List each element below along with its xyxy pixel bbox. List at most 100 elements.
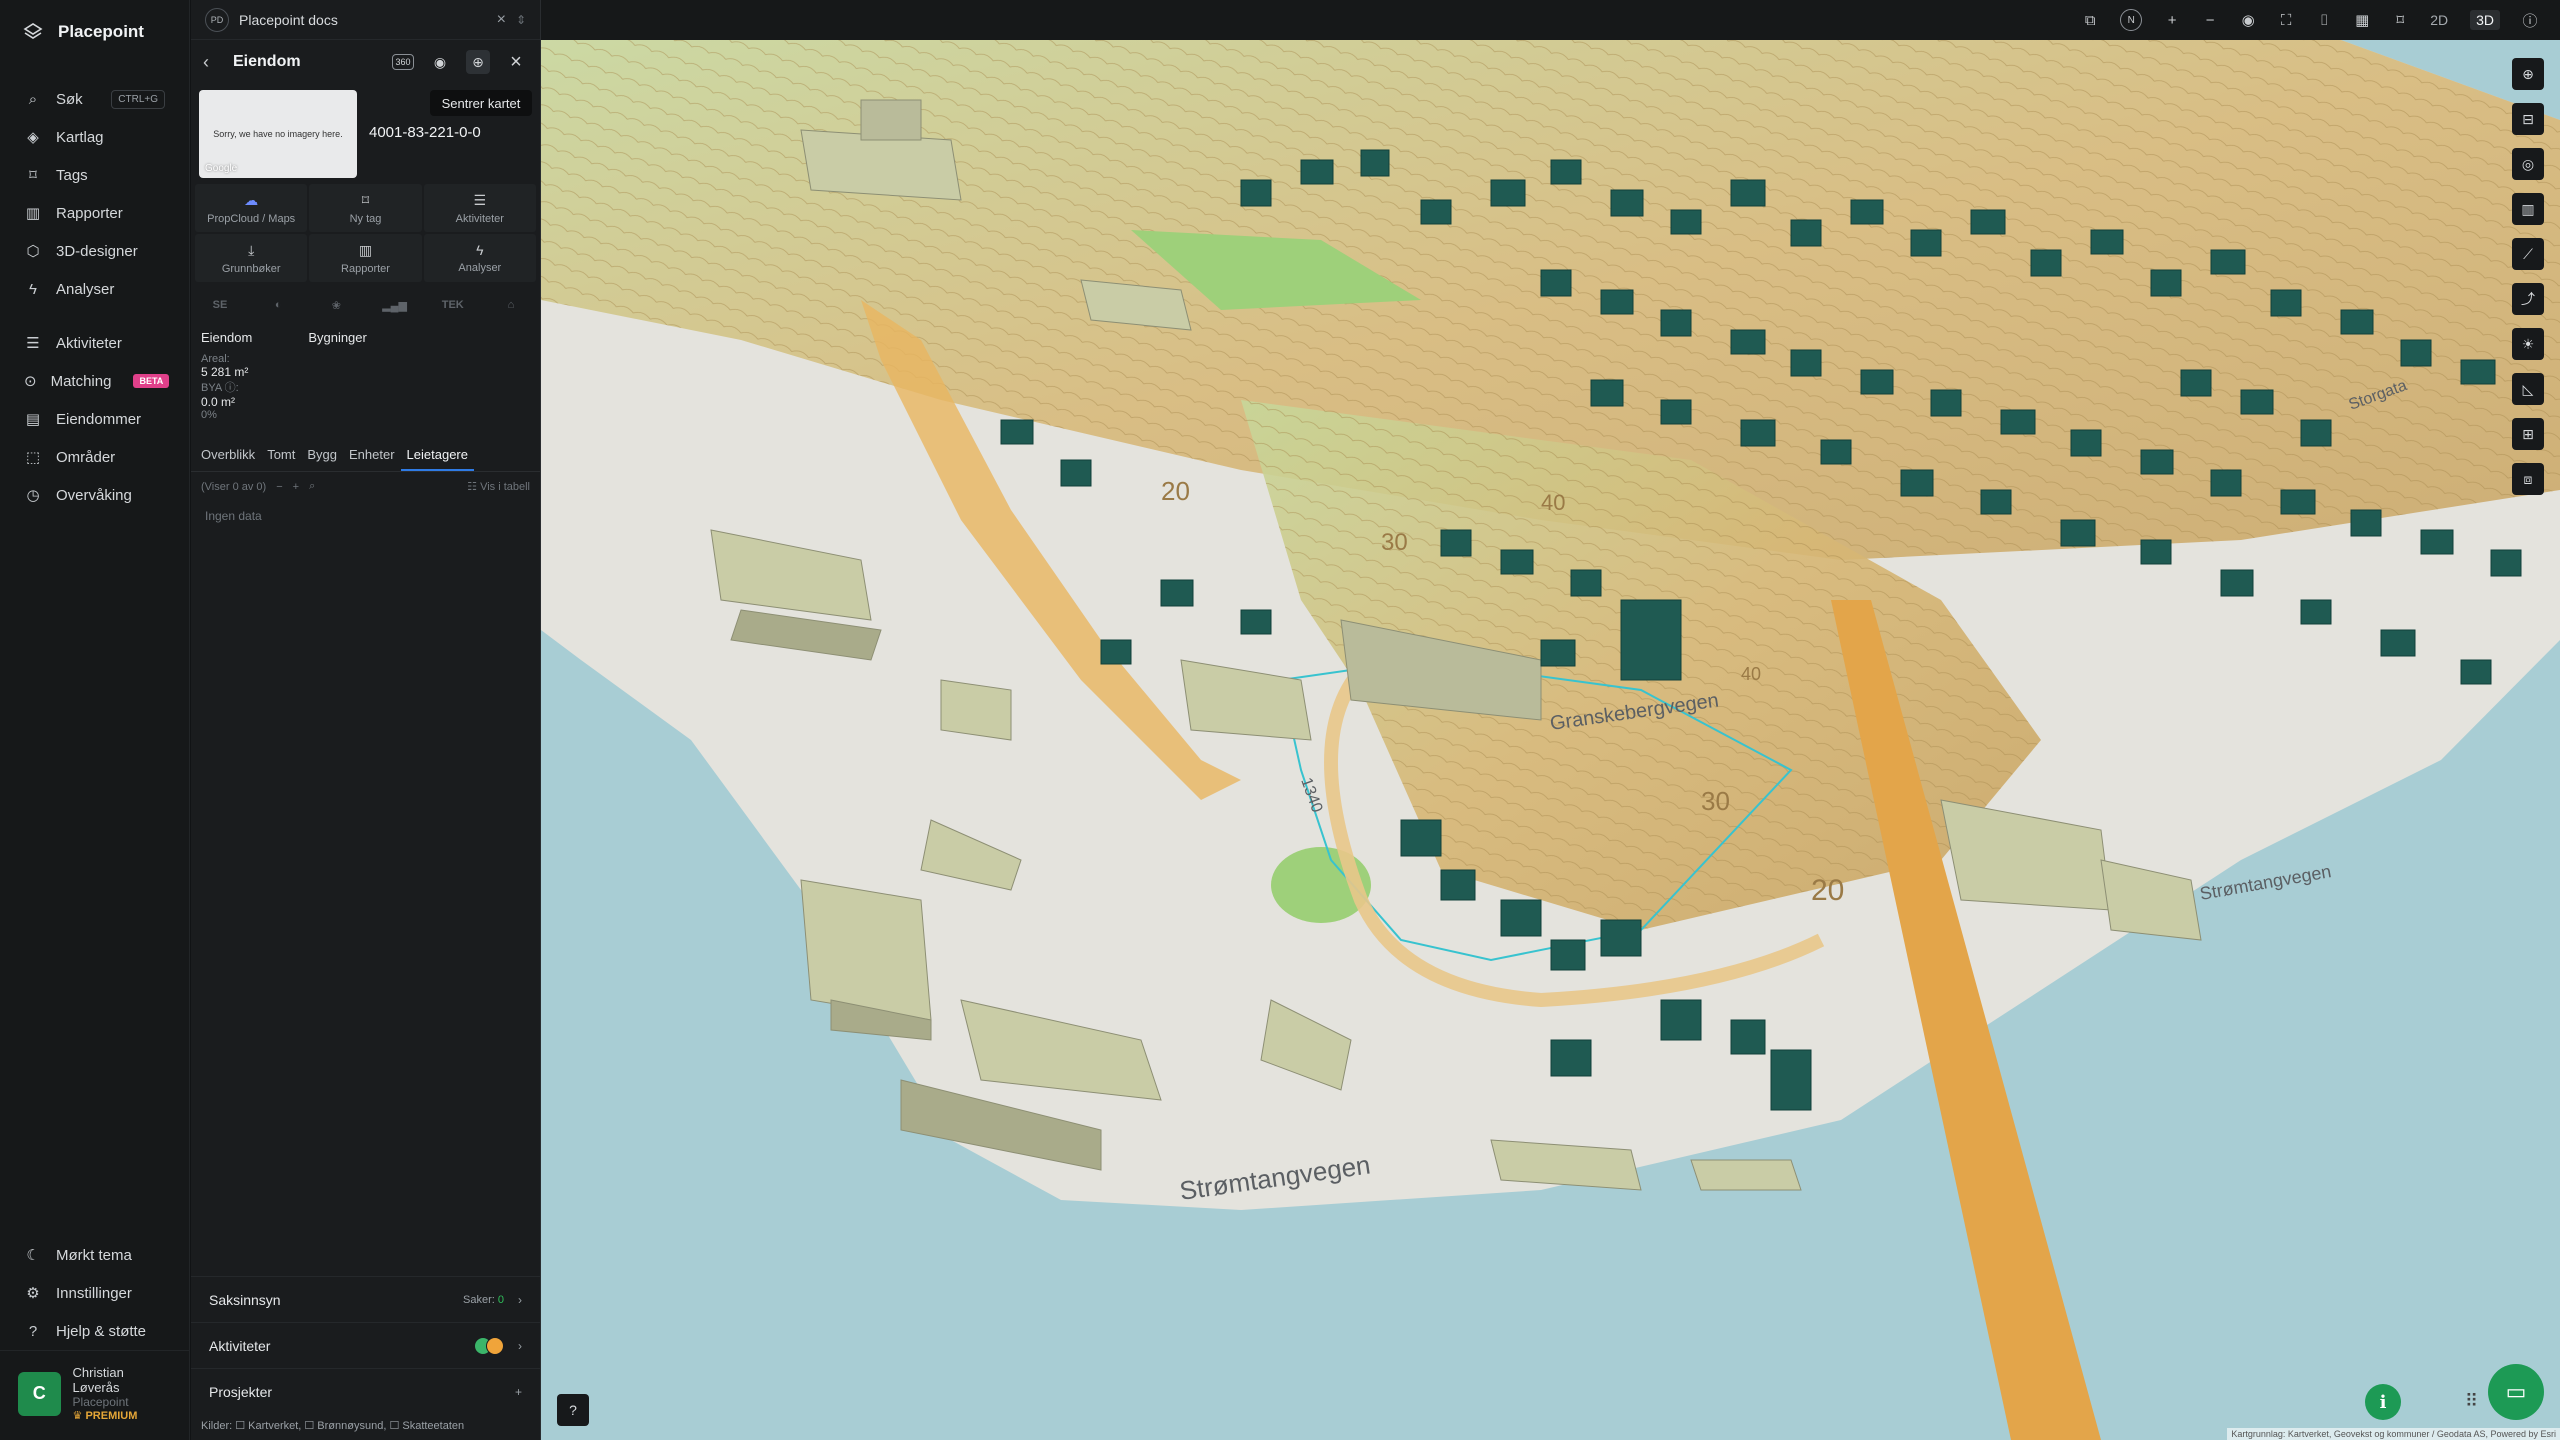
fullscreen-icon[interactable]: ⛶ [2278,12,2294,29]
brand[interactable]: Placepoint [0,0,189,64]
result-count: (Viser 0 av 0) [201,480,267,493]
view-360-icon[interactable]: 360 [392,54,414,70]
new-tag-button[interactable]: ⌑ Ny tag [309,184,422,232]
section-prosjekter[interactable]: Prosjekter + [191,1368,540,1414]
plus-icon[interactable]: + [293,481,299,493]
nav-item-analyser[interactable]: ϟ Analyser [0,270,189,308]
circle-icon[interactable]: ◐ [267,296,289,314]
signal-bars-icon[interactable]: ▂▄▆ [382,296,407,314]
grunnboker-button[interactable]: ⤓ Grunnbøker [195,234,308,282]
moon-icon: ☾ [26,1247,40,1264]
show-table-button[interactable]: ☷ Vis i tabell [467,480,530,493]
search-icon: ⌕ [28,90,38,108]
contour-label: 30 [1701,786,1730,816]
eye-icon[interactable]: ◉ [2240,11,2256,29]
zoom-out-icon[interactable]: − [2202,12,2218,29]
center-map-icon[interactable]: ⊕ [466,50,490,74]
compass-icon[interactable]: N [2120,9,2143,31]
close-icon[interactable]: × [504,50,528,74]
activity-avatars [474,1336,504,1355]
zoom-in-icon[interactable]: + [2164,12,2180,29]
area-icon: ⬚ [25,449,41,466]
monitor-icon: ◷ [26,487,40,504]
mode-3d-button[interactable]: 3D [2470,10,2500,30]
chat-icon: ☰ [473,191,487,208]
shadow-icon[interactable]: ◎ [2512,148,2544,180]
nav-item-dark-theme[interactable]: ☾ Mørkt tema [0,1236,189,1274]
camera-icon[interactable]: ⌷ [2316,12,2332,29]
tooltip: Sentrer kartet [430,90,532,116]
back-arrow-icon[interactable]: ‹ [203,52,223,73]
map-3d-scene[interactable]: Strømtangvegen Granskebergvegen Storgata… [541,40,2560,1440]
nav-item-rapporter[interactable]: ▥ Rapporter [0,194,189,232]
snapshot-icon[interactable]: ⧈ [2512,463,2544,495]
tab-overblikk[interactable]: Overblikk [195,441,261,471]
chevron-right-icon: › [518,1292,522,1307]
grid-icon[interactable]: ▦ [2354,11,2370,29]
bookmark-icon[interactable]: ⌑ [2392,11,2408,29]
tab-bygg[interactable]: Bygg [301,441,343,471]
nav-item-kartlag[interactable]: ◈ Kartlag [0,118,189,156]
property-info: Eiendom Bygninger Areal: 5 281 m² BYA ⓘ:… [191,324,540,427]
nav-item-search[interactable]: ⌕ Søk CTRL+G [0,80,189,118]
nav-item-help[interactable]: ? Hjelp & støtte [0,1312,189,1350]
help-button[interactable]: ? [557,1394,589,1426]
info-heading-bygninger: Bygninger [308,330,367,345]
se-icon[interactable]: SE [209,296,231,314]
nav-bottom: ☾ Mørkt tema ⚙ Innstillinger ? Hjelp & støt… [0,1236,189,1440]
statistics-icon[interactable]: ⊞ [2512,418,2544,450]
search-icon[interactable]: ⌕ [309,480,315,493]
nav-item-overvaking[interactable]: ◷ Overvåking [0,476,189,514]
nav-item-aktiviteter[interactable]: ☰ Aktiviteter [0,324,189,362]
chat-button[interactable]: ▭ [2488,1364,2544,1420]
info-icon[interactable]: ⓘ [2522,10,2538,31]
analyses-button[interactable]: ϟ Analyser [423,234,536,282]
nav-item-omrader[interactable]: ⬚ Områder [0,438,189,476]
activities-button[interactable]: ☰ Aktiviteter [423,184,536,232]
nav-item-3d-designer[interactable]: ⬡ 3D-designer [0,232,189,270]
doc-tab[interactable]: PD Placepoint docs × ⇕ [191,0,540,40]
tab-enheter[interactable]: Enheter [343,441,401,471]
sun-icon[interactable]: ☀ [2512,328,2544,360]
nav-item-tags[interactable]: ⌑ Tags [0,156,189,194]
layers-search-icon[interactable]: ⊕ [2512,58,2544,90]
nav-item-matching[interactable]: ⊙ Matching BETA [0,362,189,400]
nav-item-label: Analyser [56,280,115,298]
layers-stack-icon[interactable]: ⧉ [2082,12,2098,29]
reports-button[interactable]: ▥ Rapporter [309,234,422,282]
profile-icon[interactable]: ⤴ [2512,283,2544,315]
nav-item-settings[interactable]: ⚙ Innstillinger [0,1274,189,1312]
slope-icon[interactable]: ◺ [2512,373,2544,405]
eye-icon[interactable]: ◉ [428,50,452,74]
terrain-icon[interactable]: ⟋ [2512,238,2544,270]
action-label: Analyser [458,262,502,274]
tab-tomt[interactable]: Tomt [261,441,301,471]
close-icon[interactable]: × [497,11,506,29]
home-icon[interactable]: ⌂ [500,296,522,314]
section-saksinnsyn[interactable]: Saksinnsyn Saker: 0 › [191,1276,540,1322]
chart-icon[interactable]: ▥ [2512,193,2544,225]
minus-icon[interactable]: − [276,481,282,493]
chevron-updown-icon[interactable]: ⇕ [516,13,526,27]
info-heading-eiendom: Eiendom [201,330,253,345]
map-canvas[interactable]: Strømtangvegen Granskebergvegen Storgata… [541,40,2560,1440]
plus-icon[interactable]: + [515,1385,522,1399]
tab-leietagere[interactable]: Leietagere [400,441,474,471]
section-aktiviteter[interactable]: Aktiviteter › [191,1322,540,1368]
tek-icon[interactable]: TEK [442,296,464,314]
info-button[interactable]: i [2365,1384,2401,1420]
nav-item-label: Matching [50,372,112,390]
user-profile[interactable]: C Christian Løverås Placepoint ♛ PREMIUM [0,1350,189,1440]
nav-item-eiendommer[interactable]: ▤ Eiendommer [0,400,189,438]
flower-icon[interactable]: ❀ [325,296,347,314]
drag-handle-icon[interactable]: ⠿ [2465,1391,2478,1412]
action-label: PropCloud / Maps [207,212,296,225]
avatar: C [18,1371,61,1416]
action-grid: ☁ PropCloud / Maps ⌑ Ny tag ☰ Aktiviteter ⤓… [191,180,540,286]
bya-percent: 0% [201,409,217,421]
measure-icon[interactable]: ⊟ [2512,103,2544,135]
mode-2d-button[interactable]: 2D [2430,12,2448,28]
propcloud-button[interactable]: ☁ PropCloud / Maps [195,184,308,232]
layers-icon: ◈ [27,129,39,146]
street-view-thumbnail[interactable]: Sorry, we have no imagery here. Google [199,90,357,178]
